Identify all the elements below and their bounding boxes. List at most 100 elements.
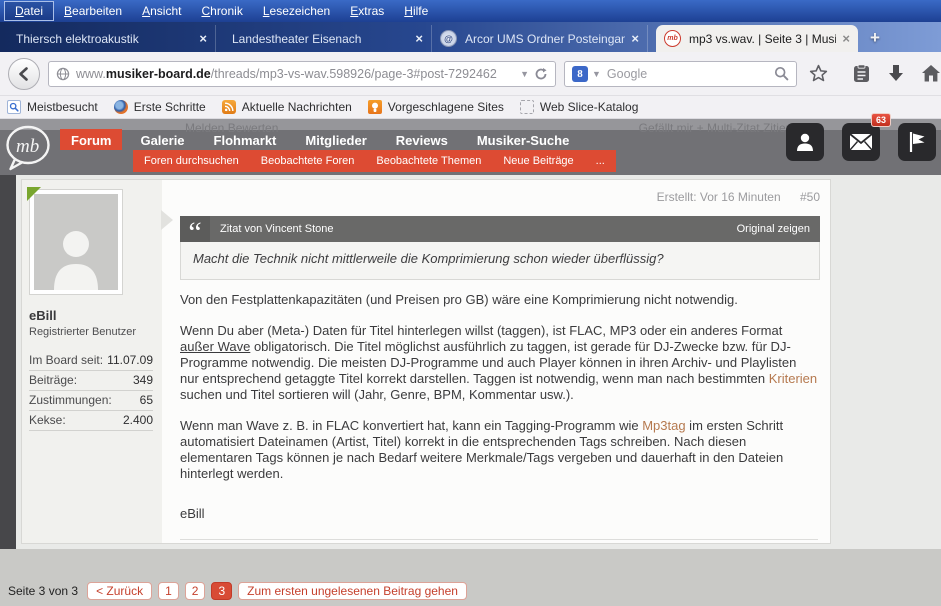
reload-icon[interactable] xyxy=(534,67,548,81)
navigation-toolbar: www. musiker-board.de/threads/mp3-vs-wav.… xyxy=(0,52,941,96)
avatar-silhouette-icon xyxy=(54,231,98,290)
search-engine-dropdown-icon[interactable]: ▼ xyxy=(592,69,601,79)
bookmark-label: Vorgeschlagene Sites xyxy=(387,100,504,114)
tab-close-icon[interactable]: × xyxy=(199,31,207,46)
stat-value: 65 xyxy=(139,393,153,407)
tab-close-icon[interactable]: × xyxy=(842,31,850,46)
search-input[interactable] xyxy=(604,65,770,82)
quote-icon: “ xyxy=(180,216,210,242)
address-bar[interactable]: www. musiker-board.de/threads/mp3-vs-wav.… xyxy=(48,60,556,87)
back-arrow-icon xyxy=(19,66,28,81)
subnav-neue-beitraege[interactable]: Neue Beiträge xyxy=(492,155,584,167)
forum-header: Melden Bewerten Gefällt mir + Multi-Zita… xyxy=(0,113,941,175)
bookmark-aktuelle-nachrichten[interactable]: Aktuelle Nachrichten xyxy=(221,100,352,114)
svg-text:mb: mb xyxy=(16,136,39,157)
url-dropdown-icon[interactable]: ▼ xyxy=(520,69,529,79)
back-button[interactable] xyxy=(8,57,40,90)
tab-bar: Thiersch elektroakustik × Landestheater … xyxy=(0,22,941,52)
home-button[interactable] xyxy=(918,60,941,87)
nav-mitglieder[interactable]: Mitglieder xyxy=(294,129,377,150)
account-button[interactable] xyxy=(786,123,824,161)
tab-close-icon[interactable]: × xyxy=(415,31,423,46)
bookmark-erste-schritte[interactable]: Erste Schritte xyxy=(113,100,206,114)
subnav-more[interactable]: ... xyxy=(585,155,616,167)
post-created-time[interactable]: Erstellt: Vor 16 Minuten xyxy=(657,190,781,204)
tab-landestheater[interactable]: Landestheater Eisenach × xyxy=(216,25,432,52)
bookmark-label: Web Slice-Katalog xyxy=(539,100,639,114)
post-message: Erstellt: Vor 16 Minuten #50 “ Zitat von… xyxy=(162,180,830,543)
menu-chronik[interactable]: Chronik xyxy=(191,2,252,20)
tab-mp3-vs-wav-active[interactable]: mb mp3 vs.wav. | Seite 3 | Musik... × xyxy=(656,25,858,52)
menu-bearbeiten[interactable]: Bearbeiten xyxy=(54,2,132,20)
text-run: obligatorisch. Die Titel möglichst ausfü… xyxy=(180,339,797,386)
bookmark-web-slice-katalog[interactable]: Web Slice-Katalog xyxy=(519,100,639,114)
quote-attribution: Zitat von Vincent Stone xyxy=(220,223,334,235)
stat-value: 349 xyxy=(132,373,153,387)
downloads-button[interactable] xyxy=(883,60,910,87)
post-body: Von den Festplattenkapazitäten (und Prei… xyxy=(180,292,820,482)
url-domain: musiker-board.de xyxy=(105,66,211,81)
post-paragraph: Wenn man Wave z. B. in FLAC konvertiert … xyxy=(180,418,818,482)
nav-reviews[interactable]: Reviews xyxy=(385,129,459,150)
browser-window: Datei Bearbeiten Ansicht Chronik Lesezei… xyxy=(0,0,941,606)
google-favicon-icon: 8 xyxy=(572,65,588,82)
username[interactable]: eBill xyxy=(29,308,162,323)
most-visited-icon xyxy=(7,100,21,114)
page-1-button[interactable]: 1 xyxy=(158,582,179,600)
subnav-beobachtete-themen[interactable]: Beobachtete Themen xyxy=(365,155,492,167)
inline-link[interactable]: Kriterien xyxy=(769,371,817,386)
stat-label: Im Board seit: xyxy=(29,353,104,367)
text-run: Wenn man Wave z. B. in FLAC konvertiert … xyxy=(180,418,643,433)
header-action-buttons: 63 xyxy=(786,113,936,161)
bookmark-label: Meistbesucht xyxy=(27,100,98,114)
inline-link[interactable]: Mp3tag xyxy=(642,418,685,433)
nav-musiker-suche[interactable]: Musiker-Suche xyxy=(466,129,580,150)
prev-page-button[interactable]: < Zurück xyxy=(87,582,153,600)
overlapped-post-actions-right: Gefällt mir + Multi-Zitat Zitieren xyxy=(638,121,803,135)
bookmarks-panel-button[interactable] xyxy=(848,60,875,87)
page-3-button-active[interactable]: 3 xyxy=(211,582,233,600)
menu-datei[interactable]: Datei xyxy=(4,1,55,21)
menu-extras[interactable]: Extras xyxy=(340,2,394,20)
subnav-foren-durchsuchen[interactable]: Foren durchsuchen xyxy=(133,155,250,167)
post-number[interactable]: #50 xyxy=(800,190,820,204)
nav-forum[interactable]: Forum xyxy=(60,129,123,150)
post-footer: Melden Bewerten Gefällt mir + Multi-Zita… xyxy=(180,539,818,543)
forum-main-nav: Forum Galerie Flohmarkt Mitglieder Revie… xyxy=(60,129,587,150)
nav-galerie[interactable]: Galerie xyxy=(129,129,195,150)
tab-close-icon[interactable]: × xyxy=(631,31,639,46)
nav-flohmarkt[interactable]: Flohmarkt xyxy=(203,129,288,150)
musiker-board-favicon-icon: mb xyxy=(664,30,681,47)
musiker-board-logo[interactable]: mb xyxy=(4,124,52,171)
search-bar[interactable]: 8 ▼ xyxy=(564,60,797,87)
menu-lesezeichen[interactable]: Lesezeichen xyxy=(253,2,340,20)
stat-value: 2.400 xyxy=(122,413,153,427)
stat-row-board-seit: Im Board seit: 11.07.09 xyxy=(29,351,153,371)
quote-show-original-link[interactable]: Original zeigen xyxy=(737,223,820,235)
subnav-beobachtete-foren[interactable]: Beobachtete Foren xyxy=(250,155,366,167)
inbox-button[interactable]: 63 xyxy=(842,113,891,161)
online-indicator-icon xyxy=(27,187,41,201)
stat-row-zustimmungen: Zustimmungen: 65 xyxy=(29,391,153,411)
bookmark-meistbesucht[interactable]: Meistbesucht xyxy=(7,100,98,114)
rss-feed-icon xyxy=(221,100,236,114)
alerts-button[interactable] xyxy=(898,123,936,161)
tab-thiersch[interactable]: Thiersch elektroakustik × xyxy=(0,25,216,52)
menu-ansicht[interactable]: Ansicht xyxy=(132,2,191,20)
text-run: suchen und Titel sortieren will (Jahr, G… xyxy=(180,387,574,402)
page-left-edge xyxy=(0,175,16,549)
menu-hilfe[interactable]: Hilfe xyxy=(394,2,438,20)
page-2-button[interactable]: 2 xyxy=(184,582,206,600)
bookmark-label: Aktuelle Nachrichten xyxy=(241,100,352,114)
tab-arcor[interactable]: @ Arcor UMS Ordner Posteingang × xyxy=(432,25,648,52)
search-magnifier-icon[interactable] xyxy=(774,66,789,81)
text-run: Wenn Du aber (Meta-) Daten für Titel hin… xyxy=(180,323,783,338)
person-icon xyxy=(797,133,813,151)
bookmark-vorgeschlagene-sites[interactable]: Vorgeschlagene Sites xyxy=(367,100,504,114)
stat-label: Zustimmungen: xyxy=(29,393,112,407)
user-avatar[interactable] xyxy=(27,187,122,294)
text-run: außer Wave xyxy=(180,339,251,354)
bookmark-star-button[interactable] xyxy=(805,60,832,87)
jump-to-unread-button[interactable]: Zum ersten ungelesenen Beitrag gehen xyxy=(238,582,467,600)
new-tab-button[interactable]: + xyxy=(870,28,880,48)
